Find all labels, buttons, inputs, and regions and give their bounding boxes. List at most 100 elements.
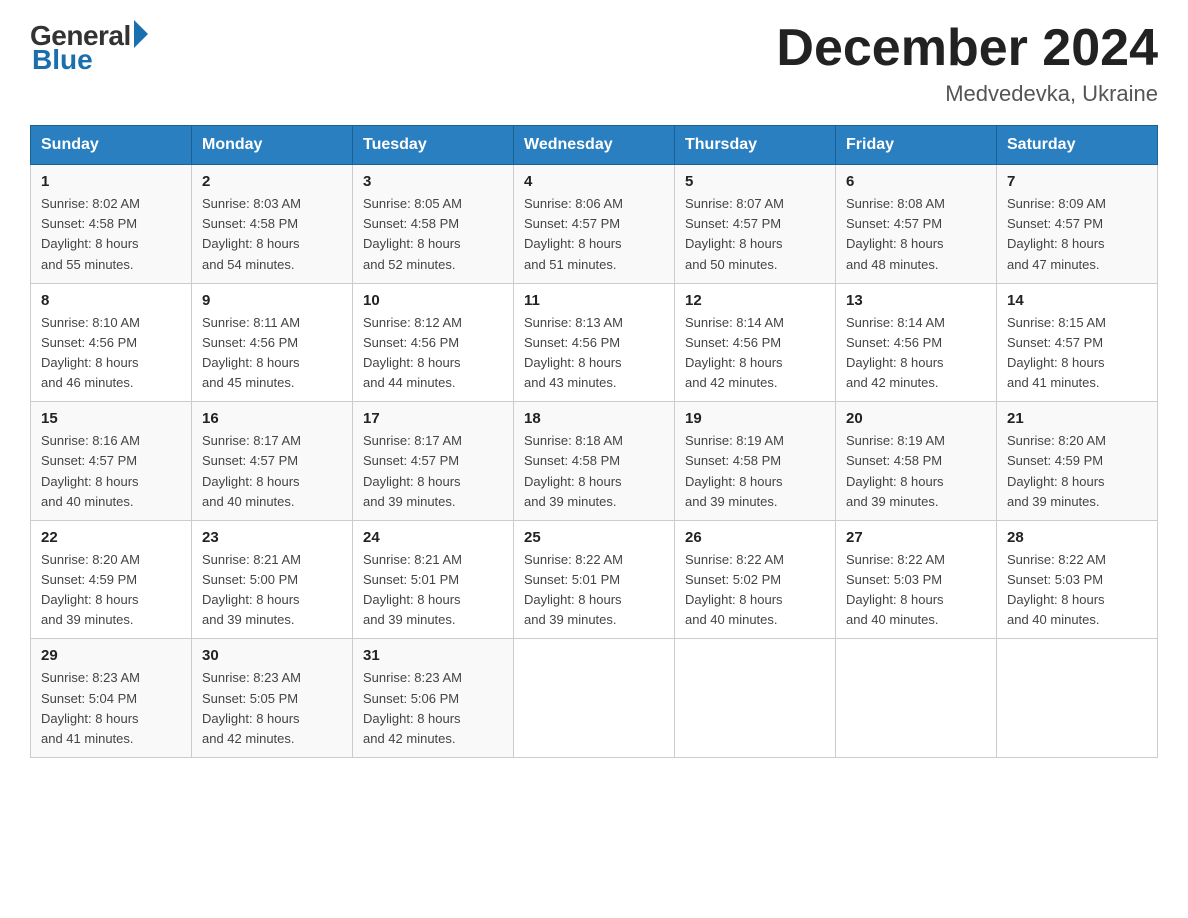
day-number: 29 bbox=[41, 647, 181, 664]
day-number: 18 bbox=[524, 410, 664, 427]
day-number: 6 bbox=[846, 173, 986, 190]
calendar-week-row: 1 Sunrise: 8:02 AMSunset: 4:58 PMDayligh… bbox=[31, 165, 1158, 284]
day-number: 22 bbox=[41, 529, 181, 546]
calendar-cell: 30 Sunrise: 8:23 AMSunset: 5:05 PMDaylig… bbox=[192, 639, 353, 758]
day-number: 20 bbox=[846, 410, 986, 427]
day-info: Sunrise: 8:19 AMSunset: 4:58 PMDaylight:… bbox=[685, 433, 784, 508]
calendar-cell: 21 Sunrise: 8:20 AMSunset: 4:59 PMDaylig… bbox=[997, 402, 1158, 521]
day-number: 16 bbox=[202, 410, 342, 427]
day-info: Sunrise: 8:17 AMSunset: 4:57 PMDaylight:… bbox=[363, 433, 462, 508]
day-info: Sunrise: 8:13 AMSunset: 4:56 PMDaylight:… bbox=[524, 315, 623, 390]
calendar-cell: 1 Sunrise: 8:02 AMSunset: 4:58 PMDayligh… bbox=[31, 165, 192, 284]
day-info: Sunrise: 8:12 AMSunset: 4:56 PMDaylight:… bbox=[363, 315, 462, 390]
calendar-cell: 6 Sunrise: 8:08 AMSunset: 4:57 PMDayligh… bbox=[836, 165, 997, 284]
day-number: 4 bbox=[524, 173, 664, 190]
calendar-table: SundayMondayTuesdayWednesdayThursdayFrid… bbox=[30, 125, 1158, 758]
calendar-cell: 9 Sunrise: 8:11 AMSunset: 4:56 PMDayligh… bbox=[192, 283, 353, 402]
page-header: General Blue December 2024 Medvedevka, U… bbox=[30, 20, 1158, 107]
calendar-cell: 14 Sunrise: 8:15 AMSunset: 4:57 PMDaylig… bbox=[997, 283, 1158, 402]
calendar-cell bbox=[675, 639, 836, 758]
day-number: 7 bbox=[1007, 173, 1147, 190]
day-info: Sunrise: 8:06 AMSunset: 4:57 PMDaylight:… bbox=[524, 196, 623, 271]
calendar-cell: 8 Sunrise: 8:10 AMSunset: 4:56 PMDayligh… bbox=[31, 283, 192, 402]
calendar-cell: 23 Sunrise: 8:21 AMSunset: 5:00 PMDaylig… bbox=[192, 520, 353, 639]
calendar-cell: 5 Sunrise: 8:07 AMSunset: 4:57 PMDayligh… bbox=[675, 165, 836, 284]
day-info: Sunrise: 8:20 AMSunset: 4:59 PMDaylight:… bbox=[1007, 433, 1106, 508]
calendar-cell: 25 Sunrise: 8:22 AMSunset: 5:01 PMDaylig… bbox=[514, 520, 675, 639]
header-cell-tuesday: Tuesday bbox=[353, 126, 514, 165]
day-info: Sunrise: 8:10 AMSunset: 4:56 PMDaylight:… bbox=[41, 315, 140, 390]
logo-blue-text: Blue bbox=[32, 44, 93, 76]
calendar-cell: 7 Sunrise: 8:09 AMSunset: 4:57 PMDayligh… bbox=[997, 165, 1158, 284]
calendar-cell: 20 Sunrise: 8:19 AMSunset: 4:58 PMDaylig… bbox=[836, 402, 997, 521]
day-info: Sunrise: 8:22 AMSunset: 5:03 PMDaylight:… bbox=[846, 552, 945, 627]
day-info: Sunrise: 8:23 AMSunset: 5:05 PMDaylight:… bbox=[202, 670, 301, 745]
day-info: Sunrise: 8:18 AMSunset: 4:58 PMDaylight:… bbox=[524, 433, 623, 508]
calendar-cell: 24 Sunrise: 8:21 AMSunset: 5:01 PMDaylig… bbox=[353, 520, 514, 639]
day-info: Sunrise: 8:05 AMSunset: 4:58 PMDaylight:… bbox=[363, 196, 462, 271]
calendar-week-row: 22 Sunrise: 8:20 AMSunset: 4:59 PMDaylig… bbox=[31, 520, 1158, 639]
calendar-cell: 3 Sunrise: 8:05 AMSunset: 4:58 PMDayligh… bbox=[353, 165, 514, 284]
day-info: Sunrise: 8:22 AMSunset: 5:02 PMDaylight:… bbox=[685, 552, 784, 627]
day-number: 17 bbox=[363, 410, 503, 427]
day-info: Sunrise: 8:08 AMSunset: 4:57 PMDaylight:… bbox=[846, 196, 945, 271]
calendar-cell: 29 Sunrise: 8:23 AMSunset: 5:04 PMDaylig… bbox=[31, 639, 192, 758]
calendar-cell: 10 Sunrise: 8:12 AMSunset: 4:56 PMDaylig… bbox=[353, 283, 514, 402]
day-number: 26 bbox=[685, 529, 825, 546]
location-subtitle: Medvedevka, Ukraine bbox=[776, 81, 1158, 107]
day-number: 28 bbox=[1007, 529, 1147, 546]
calendar-cell: 28 Sunrise: 8:22 AMSunset: 5:03 PMDaylig… bbox=[997, 520, 1158, 639]
calendar-cell bbox=[514, 639, 675, 758]
calendar-cell: 13 Sunrise: 8:14 AMSunset: 4:56 PMDaylig… bbox=[836, 283, 997, 402]
day-number: 19 bbox=[685, 410, 825, 427]
day-number: 5 bbox=[685, 173, 825, 190]
day-info: Sunrise: 8:20 AMSunset: 4:59 PMDaylight:… bbox=[41, 552, 140, 627]
calendar-cell bbox=[836, 639, 997, 758]
day-info: Sunrise: 8:22 AMSunset: 5:01 PMDaylight:… bbox=[524, 552, 623, 627]
calendar-cell: 17 Sunrise: 8:17 AMSunset: 4:57 PMDaylig… bbox=[353, 402, 514, 521]
day-info: Sunrise: 8:21 AMSunset: 5:01 PMDaylight:… bbox=[363, 552, 462, 627]
day-number: 23 bbox=[202, 529, 342, 546]
calendar-week-row: 8 Sunrise: 8:10 AMSunset: 4:56 PMDayligh… bbox=[31, 283, 1158, 402]
calendar-cell: 15 Sunrise: 8:16 AMSunset: 4:57 PMDaylig… bbox=[31, 402, 192, 521]
day-number: 24 bbox=[363, 529, 503, 546]
header-cell-wednesday: Wednesday bbox=[514, 126, 675, 165]
day-number: 30 bbox=[202, 647, 342, 664]
day-info: Sunrise: 8:11 AMSunset: 4:56 PMDaylight:… bbox=[202, 315, 300, 390]
day-info: Sunrise: 8:02 AMSunset: 4:58 PMDaylight:… bbox=[41, 196, 140, 271]
day-info: Sunrise: 8:03 AMSunset: 4:58 PMDaylight:… bbox=[202, 196, 301, 271]
calendar-cell bbox=[997, 639, 1158, 758]
day-number: 21 bbox=[1007, 410, 1147, 427]
calendar-cell: 16 Sunrise: 8:17 AMSunset: 4:57 PMDaylig… bbox=[192, 402, 353, 521]
day-info: Sunrise: 8:22 AMSunset: 5:03 PMDaylight:… bbox=[1007, 552, 1106, 627]
header-cell-friday: Friday bbox=[836, 126, 997, 165]
month-title: December 2024 bbox=[776, 20, 1158, 77]
day-info: Sunrise: 8:19 AMSunset: 4:58 PMDaylight:… bbox=[846, 433, 945, 508]
logo-triangle-icon bbox=[134, 20, 148, 48]
day-info: Sunrise: 8:14 AMSunset: 4:56 PMDaylight:… bbox=[685, 315, 784, 390]
calendar-cell: 31 Sunrise: 8:23 AMSunset: 5:06 PMDaylig… bbox=[353, 639, 514, 758]
calendar-cell: 22 Sunrise: 8:20 AMSunset: 4:59 PMDaylig… bbox=[31, 520, 192, 639]
header-cell-saturday: Saturday bbox=[997, 126, 1158, 165]
calendar-header: SundayMondayTuesdayWednesdayThursdayFrid… bbox=[31, 126, 1158, 165]
header-cell-monday: Monday bbox=[192, 126, 353, 165]
day-number: 12 bbox=[685, 292, 825, 309]
header-row: SundayMondayTuesdayWednesdayThursdayFrid… bbox=[31, 126, 1158, 165]
logo: General Blue bbox=[30, 20, 148, 76]
day-info: Sunrise: 8:17 AMSunset: 4:57 PMDaylight:… bbox=[202, 433, 301, 508]
day-number: 2 bbox=[202, 173, 342, 190]
day-number: 15 bbox=[41, 410, 181, 427]
calendar-body: 1 Sunrise: 8:02 AMSunset: 4:58 PMDayligh… bbox=[31, 165, 1158, 758]
calendar-cell: 4 Sunrise: 8:06 AMSunset: 4:57 PMDayligh… bbox=[514, 165, 675, 284]
day-info: Sunrise: 8:09 AMSunset: 4:57 PMDaylight:… bbox=[1007, 196, 1106, 271]
header-cell-thursday: Thursday bbox=[675, 126, 836, 165]
title-block: December 2024 Medvedevka, Ukraine bbox=[776, 20, 1158, 107]
day-info: Sunrise: 8:23 AMSunset: 5:06 PMDaylight:… bbox=[363, 670, 462, 745]
day-number: 31 bbox=[363, 647, 503, 664]
day-info: Sunrise: 8:07 AMSunset: 4:57 PMDaylight:… bbox=[685, 196, 784, 271]
day-info: Sunrise: 8:14 AMSunset: 4:56 PMDaylight:… bbox=[846, 315, 945, 390]
header-cell-sunday: Sunday bbox=[31, 126, 192, 165]
day-info: Sunrise: 8:15 AMSunset: 4:57 PMDaylight:… bbox=[1007, 315, 1106, 390]
day-info: Sunrise: 8:21 AMSunset: 5:00 PMDaylight:… bbox=[202, 552, 301, 627]
calendar-cell: 27 Sunrise: 8:22 AMSunset: 5:03 PMDaylig… bbox=[836, 520, 997, 639]
